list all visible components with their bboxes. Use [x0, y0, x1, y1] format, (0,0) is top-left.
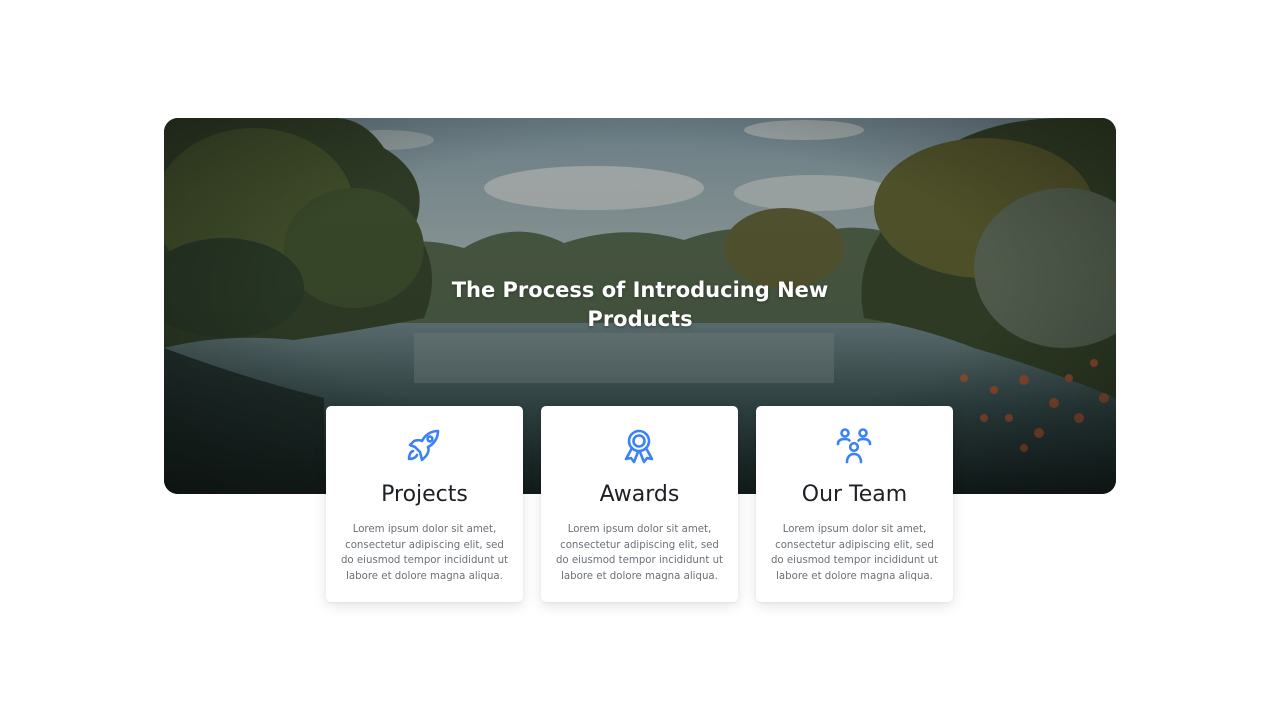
rocket-icon	[404, 426, 444, 466]
card-description: Lorem ipsum dolor sit amet, consectetur …	[770, 524, 939, 583]
card-description: Lorem ipsum dolor sit amet, consectetur …	[555, 524, 724, 583]
card-title: Awards	[599, 482, 680, 507]
feature-card-our-team[interactable]: Our Team Lorem ipsum dolor sit amet, con…	[756, 406, 953, 602]
card-description: Lorem ipsum dolor sit amet, consectetur …	[340, 524, 509, 583]
feature-card-projects[interactable]: Projects Lorem ipsum dolor sit amet, con…	[326, 406, 523, 602]
team-icon	[834, 426, 874, 466]
card-title: Projects	[381, 482, 468, 507]
feature-card-awards[interactable]: Awards Lorem ipsum dolor sit amet, conse…	[541, 406, 738, 602]
award-icon	[619, 426, 659, 466]
hero-title: The Process of Introducing New Products	[451, 278, 829, 331]
card-title: Our Team	[801, 482, 908, 507]
page: The Process of Introducing New Products …	[0, 0, 1280, 720]
